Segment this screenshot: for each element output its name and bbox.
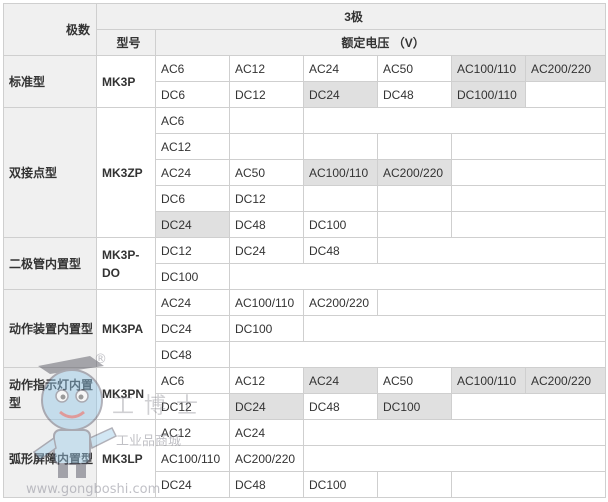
voltage-cell: AC50 — [377, 55, 452, 82]
voltage-cell: DC100 — [303, 211, 378, 238]
table-row: 标准型 MK3P AC6 AC12 AC24 AC50 AC100/110 AC… — [3, 55, 607, 108]
empty-cell — [302, 315, 607, 342]
poles-value-header: 3极 — [95, 3, 607, 30]
voltage-cell: AC12 — [229, 367, 304, 394]
voltage-cell: AC200/220 — [524, 367, 607, 394]
empty-cell — [229, 107, 304, 134]
voltage-cell: DC12 — [229, 81, 304, 108]
empty-cell — [450, 159, 607, 186]
voltage-cell: DC6 — [155, 81, 230, 108]
empty-cell — [376, 289, 607, 316]
voltage-cell: DC100/110 — [451, 81, 526, 108]
voltage-cell: AC24 — [155, 289, 230, 316]
voltage-cell: AC100/110 — [451, 367, 526, 394]
model-cell: MK3PN — [96, 367, 156, 420]
voltage-cell: AC200/220 — [303, 289, 378, 316]
category-cell: 标准型 — [3, 55, 97, 108]
empty-cell — [303, 185, 378, 212]
voltage-cell: AC200/220 — [377, 159, 452, 186]
voltage-cell: DC12 — [155, 237, 230, 264]
voltage-cell: AC12 — [155, 419, 230, 446]
voltage-cell: DC100 — [303, 471, 378, 498]
voltage-cell: DC48 — [229, 211, 304, 238]
empty-cell — [228, 341, 607, 368]
empty-cell — [450, 211, 607, 238]
empty-cell — [228, 263, 607, 290]
voltage-cell: DC48 — [229, 471, 304, 498]
empty-cell — [450, 133, 607, 160]
voltage-cell: AC6 — [155, 367, 230, 394]
voltage-cell: DC100 — [229, 315, 304, 342]
voltage-cell: AC100/110 — [229, 289, 304, 316]
empty-cell — [524, 81, 607, 108]
voltage-cell: DC24 — [155, 471, 230, 498]
voltage-cell: DC100 — [377, 393, 452, 420]
empty-cell — [302, 107, 607, 134]
voltage-cell: DC6 — [155, 185, 230, 212]
table-row: 双接点型 MK3ZP AC6 — [3, 107, 607, 238]
voltage-cell: AC200/220 — [229, 445, 304, 472]
empty-cell — [450, 393, 607, 420]
voltage-cell: DC48 — [155, 341, 230, 368]
category-cell: 二极管内置型 — [3, 237, 97, 290]
voltage-cell: DC48 — [303, 393, 378, 420]
voltage-cell: DC24 — [303, 81, 378, 108]
model-cell: MK3PA — [96, 289, 156, 368]
voltage-header: 额定电压 （V） — [154, 29, 607, 56]
empty-cell — [377, 471, 452, 498]
voltage-cell: DC24 — [155, 315, 230, 342]
voltage-cell: AC50 — [377, 367, 452, 394]
voltage-cell: DC24 — [229, 393, 304, 420]
voltage-cell: DC48 — [303, 237, 378, 264]
table-row: 动作装置内置型 MK3PA AC24 AC100/110 AC200/220 — [3, 289, 607, 368]
empty-cell — [229, 133, 304, 160]
empty-cell — [302, 445, 607, 472]
empty-cell — [377, 211, 452, 238]
table-row: 二极管内置型 MK3P-DO DC12 DC24 DC48 — [3, 237, 607, 290]
empty-cell — [377, 133, 452, 160]
voltage-cell: DC12 — [229, 185, 304, 212]
voltage-cell: AC100/110 — [155, 445, 230, 472]
poles-header: 极数 — [3, 3, 97, 56]
model-cell: MK3P — [96, 55, 156, 108]
voltage-cell: AC12 — [155, 133, 230, 160]
category-cell: 双接点型 — [3, 107, 97, 238]
model-header: 型号 — [96, 29, 156, 56]
empty-cell — [377, 185, 452, 212]
table-row: 动作指示灯内置型 MK3PN AC6 AC12 AC24 AC50 AC100/… — [3, 367, 607, 420]
table-row: 弧形屏障内置型 MK3LP AC12 AC24 — [3, 419, 607, 498]
voltage-cell: DC100 — [155, 263, 230, 290]
header-row-poles: 极数 3极 — [3, 3, 607, 56]
model-cell: MK3LP — [96, 419, 156, 498]
voltage-cell: AC12 — [229, 55, 304, 82]
voltage-cell: DC48 — [377, 81, 452, 108]
voltage-cell: AC24 — [303, 55, 378, 82]
voltage-cell: AC50 — [229, 159, 304, 186]
voltage-cell: DC12 — [155, 393, 230, 420]
model-cell: MK3P-DO — [96, 237, 156, 290]
voltage-cell: AC24 — [155, 159, 230, 186]
category-cell: 动作装置内置型 — [3, 289, 97, 368]
voltage-cell: AC100/110 — [451, 55, 526, 82]
empty-cell — [303, 133, 378, 160]
voltage-cell: AC6 — [155, 107, 230, 134]
empty-cell — [376, 237, 607, 264]
voltage-cell: DC24 — [229, 237, 304, 264]
voltage-cell: AC24 — [229, 419, 304, 446]
empty-cell — [450, 471, 607, 498]
category-cell: 动作指示灯内置型 — [3, 367, 97, 420]
empty-cell — [302, 419, 607, 446]
category-cell: 弧形屏障内置型 — [3, 419, 97, 498]
model-cell: MK3ZP — [96, 107, 156, 238]
rated-voltage-table: 极数 3极 型号 额定电压 （V） 标准型 MK3P AC6 AC12 AC24… — [3, 3, 607, 498]
empty-cell — [450, 185, 607, 212]
voltage-cell: AC6 — [155, 55, 230, 82]
voltage-cell: AC100/110 — [303, 159, 378, 186]
voltage-cell: AC24 — [303, 367, 378, 394]
voltage-cell: DC24 — [155, 211, 230, 238]
voltage-cell: AC200/220 — [524, 55, 607, 82]
